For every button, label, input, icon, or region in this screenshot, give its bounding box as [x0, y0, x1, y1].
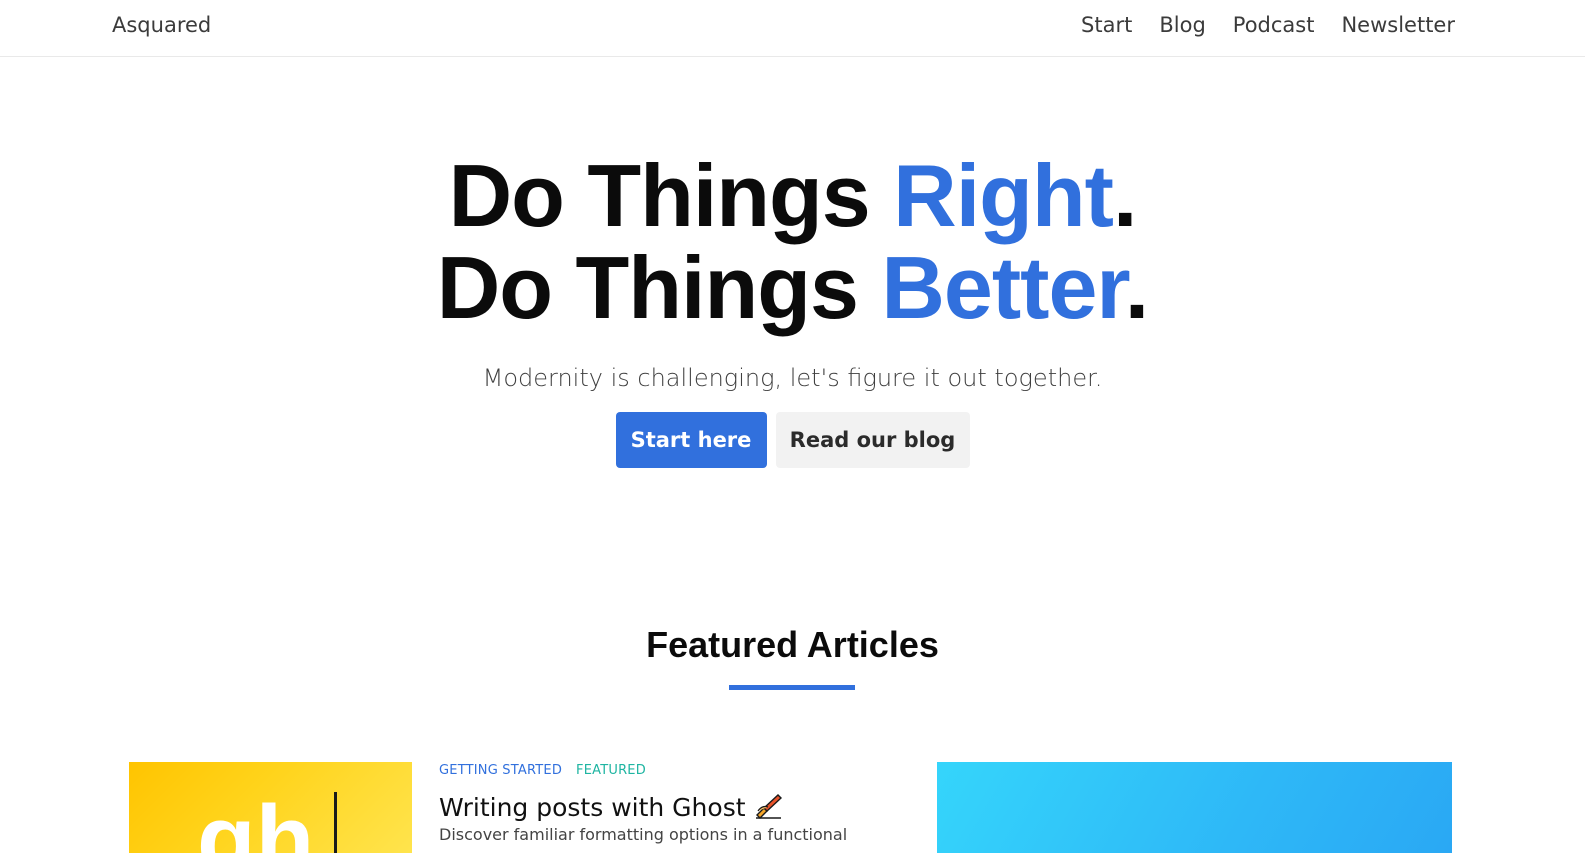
site-header: Asquared Start Blog Podcast Newsletter: [0, 0, 1585, 57]
featured-heading-underline: [729, 685, 855, 690]
hero-line-2-prefix: Do Things: [436, 238, 882, 337]
hero-line-1-accent: Right: [893, 146, 1114, 245]
tag-getting-started[interactable]: GETTING STARTED: [439, 763, 562, 778]
text-cursor-icon: [334, 792, 337, 853]
hero-subtitle: Modernity is challenging, let's figure i…: [482, 364, 1103, 392]
hero-line-1-suffix: .: [1112, 146, 1137, 245]
tag-featured[interactable]: FEATURED: [576, 763, 646, 778]
card-image-blue[interactable]: [937, 762, 1452, 853]
nav-item-blog[interactable]: Blog: [1159, 13, 1205, 37]
hero-line-1-prefix: Do Things: [448, 146, 894, 245]
card-excerpt: Discover familiar formatting options in …: [439, 825, 848, 844]
card-title-text: Writing posts with Ghost: [439, 793, 746, 822]
site-title-link[interactable]: Asquared: [112, 13, 211, 37]
hero-section: Do Things Right. Do Things Better. Moder…: [0, 150, 1585, 468]
nav-item-newsletter[interactable]: Newsletter: [1341, 13, 1455, 37]
nav-item-start[interactable]: Start: [1081, 13, 1132, 37]
hero-buttons: Start here Read our blog: [0, 412, 1585, 468]
pencil-writing-icon: [754, 793, 784, 825]
main-nav: Start Blog Podcast Newsletter: [1081, 13, 1455, 37]
card-title-link[interactable]: Writing posts with Ghost: [439, 793, 784, 825]
hero-line-2-suffix: .: [1124, 238, 1149, 337]
read-our-blog-button[interactable]: Read our blog: [775, 412, 970, 468]
start-here-button[interactable]: Start here: [615, 412, 767, 468]
hero-headline-line-2: Do Things Better.: [0, 242, 1585, 334]
featured-articles-heading: Featured Articles: [646, 624, 939, 665]
ghost-logo-text: gh: [197, 786, 315, 853]
nav-item-podcast[interactable]: Podcast: [1233, 13, 1315, 37]
hero-headline-line-1: Do Things Right.: [0, 150, 1585, 242]
card-image-ghost[interactable]: gh: [129, 762, 412, 853]
hero-line-2-accent: Better: [881, 238, 1125, 337]
card-tags: GETTING STARTED FEATURED: [439, 763, 646, 778]
